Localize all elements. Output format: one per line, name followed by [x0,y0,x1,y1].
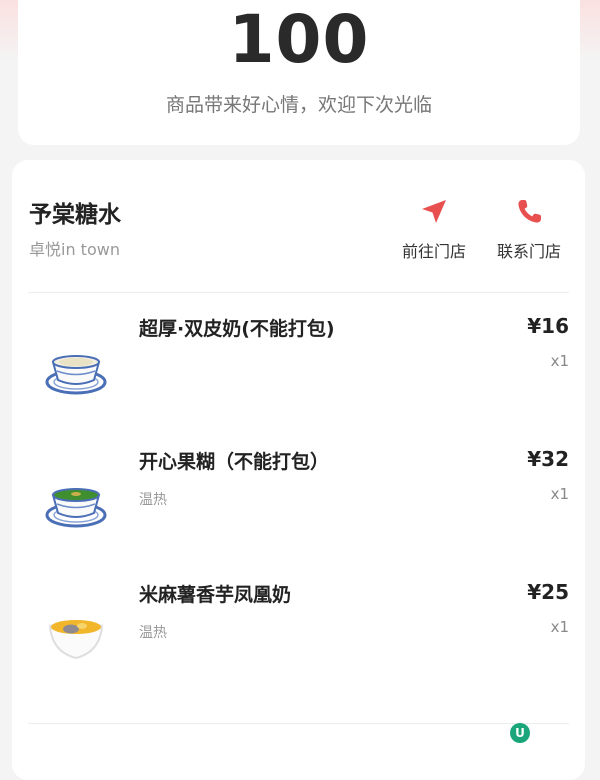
item-quantity: x1 [550,485,569,503]
item-quantity: x1 [550,352,569,370]
store-location: 卓悦in town [29,240,120,259]
go-to-store-label: 前往门店 [401,242,466,261]
item-price: ¥25 [527,580,569,604]
contact-store-button[interactable]: 联系门店 [484,196,574,262]
order-item[interactable]: 开心果糊（不能打包） 温热 ¥32 x1 [12,443,585,553]
item-name: 开心果糊（不能打包） [139,451,330,473]
floating-app-badge[interactable]: U [510,723,530,743]
order-card: 予棠糖水 卓悦in town 前往门店 联系门店 超厚·双皮奶(不能打包) ¥1… [12,160,585,780]
item-name: 超厚·双皮奶(不能打包) [139,318,335,340]
taro-phoenix-milk-bowl-icon [44,604,108,668]
points-card: 100 商品带来好心情，欢迎下次光临 [18,0,580,145]
contact-store-label: 联系门店 [496,242,561,261]
item-name: 米麻薯香芋凤凰奶 [139,584,292,606]
points-subtitle: 商品带来好心情，欢迎下次光临 [165,94,432,116]
order-item[interactable]: 超厚·双皮奶(不能打包) ¥16 x1 [12,310,585,420]
item-price: ¥16 [527,314,569,338]
divider [28,723,569,724]
item-quantity: x1 [550,618,569,636]
go-to-store-button[interactable]: 前往门店 [389,196,479,262]
pistachio-paste-bowl-icon [44,471,108,535]
store-name: 予棠糖水 [29,202,121,228]
item-note: 温热 [139,625,167,641]
order-item[interactable]: 米麻薯香芋凤凰奶 温热 ¥25 x1 [12,576,585,686]
navigation-arrow-icon [389,196,479,228]
points-value: 100 [228,1,370,78]
badge-letter: U [515,726,525,740]
phone-icon [484,196,574,228]
item-note: 温热 [139,492,167,508]
item-price: ¥32 [527,447,569,471]
divider [28,292,569,293]
double-skin-milk-bowl-icon [44,338,108,402]
